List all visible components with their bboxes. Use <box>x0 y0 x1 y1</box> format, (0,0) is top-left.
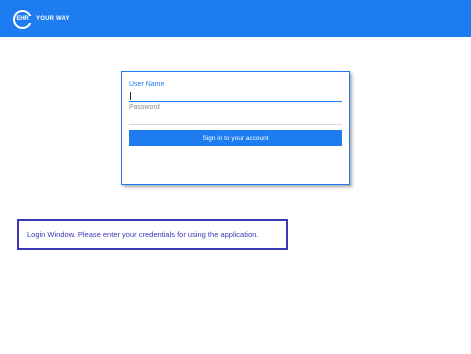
username-input[interactable] <box>129 91 342 102</box>
ehr-your-way-logo[interactable]: EHR YOUR WAY <box>13 9 70 29</box>
logo-text: YOUR WAY <box>36 16 70 22</box>
username-label: User Name <box>129 81 165 88</box>
password-label: Password <box>129 104 160 111</box>
info-message-box: Login Window. Please enter your credenti… <box>17 219 288 250</box>
password-field[interactable]: Password <box>129 104 342 125</box>
sign-in-button[interactable]: Sign in to your account <box>129 130 342 146</box>
text-cursor <box>130 92 131 100</box>
password-input[interactable] <box>129 114 342 123</box>
top-header-bar: EHR YOUR WAY <box>0 0 471 37</box>
info-message-text: Login Window. Please enter your credenti… <box>27 230 259 239</box>
ehr-logo-icon: EHR <box>13 9 34 29</box>
login-card: User Name Password Sign in to your accou… <box>121 71 350 185</box>
